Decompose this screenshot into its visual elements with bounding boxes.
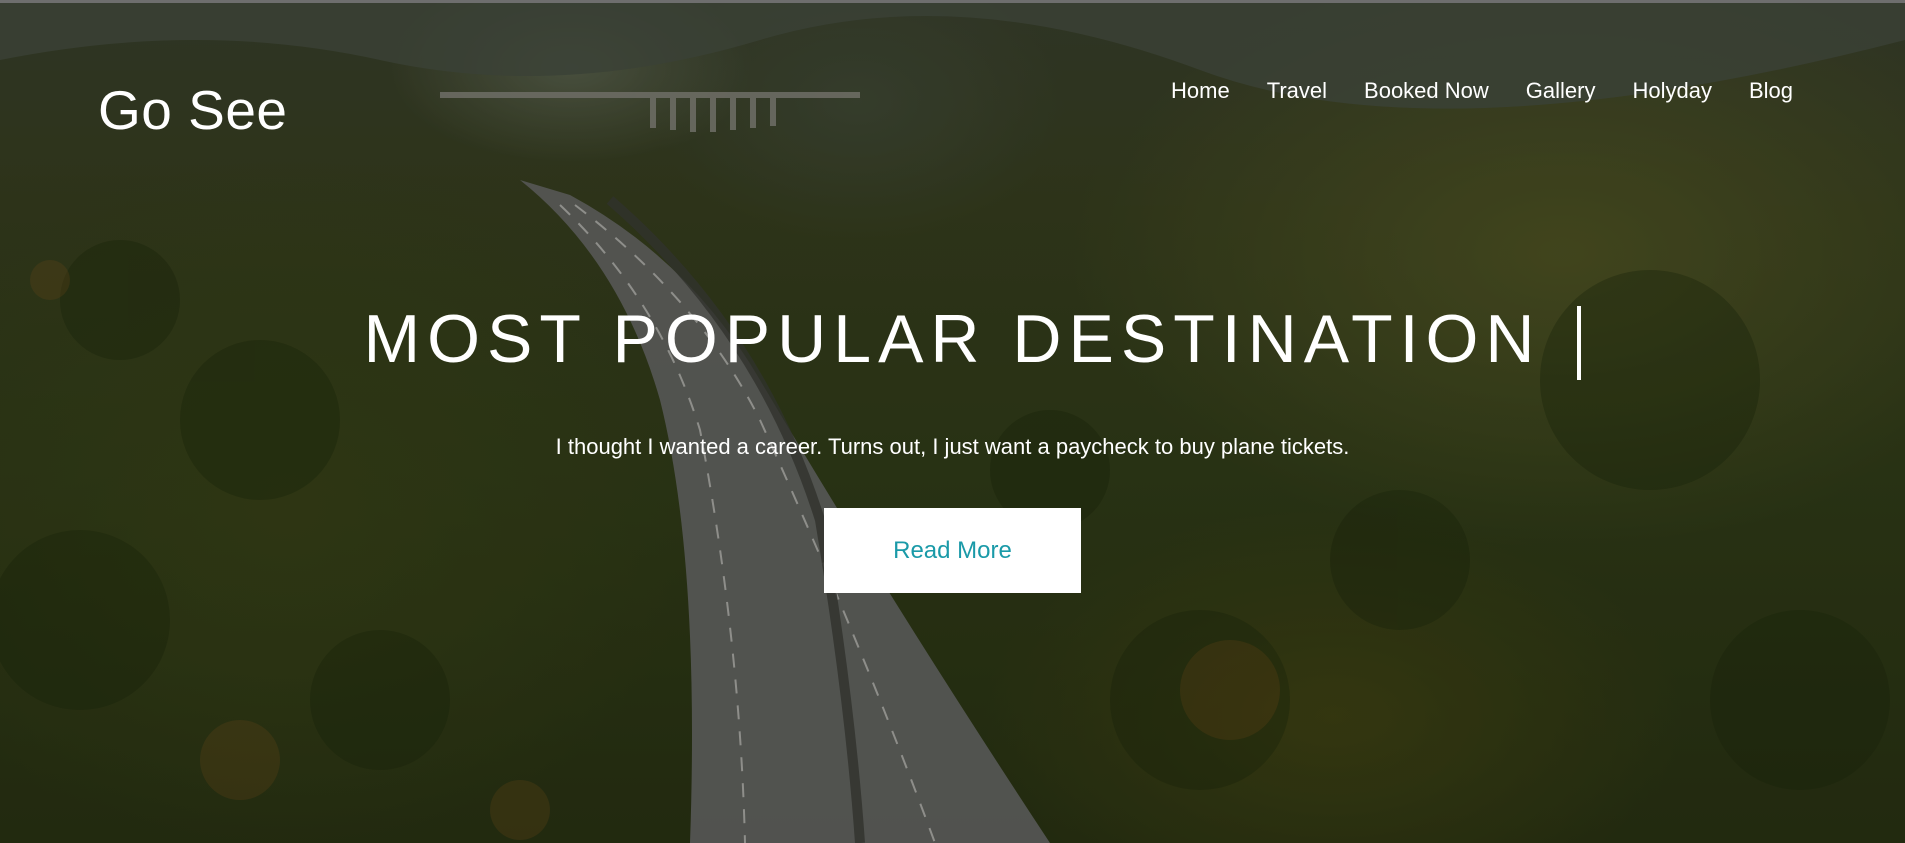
read-more-button[interactable]: Read More [824,508,1081,593]
nav-item-blog[interactable]: Blog [1749,78,1793,104]
typing-cursor [1577,306,1581,380]
nav-item-gallery[interactable]: Gallery [1526,78,1596,104]
hero-headline: MOST POPULAR DESTINATION [363,301,1542,377]
nav-item-home[interactable]: Home [1171,78,1230,104]
nav-item-travel[interactable]: Travel [1267,78,1327,104]
site-logo[interactable]: Go See [98,78,288,142]
nav-item-booked-now[interactable]: Booked Now [1364,78,1489,104]
hero-section: Go See Home Travel Booked Now Gallery Ho… [0,0,1905,843]
hero-subtitle: I thought I wanted a career. Turns out, … [555,434,1350,459]
nav-item-holyday[interactable]: Holyday [1632,78,1711,104]
headline-container: MOST POPULAR DESTINATION [0,300,1905,378]
main-nav: Home Travel Booked Now Gallery Holyday B… [1134,78,1793,104]
site-header: Go See Home Travel Booked Now Gallery Ho… [0,0,1905,160]
